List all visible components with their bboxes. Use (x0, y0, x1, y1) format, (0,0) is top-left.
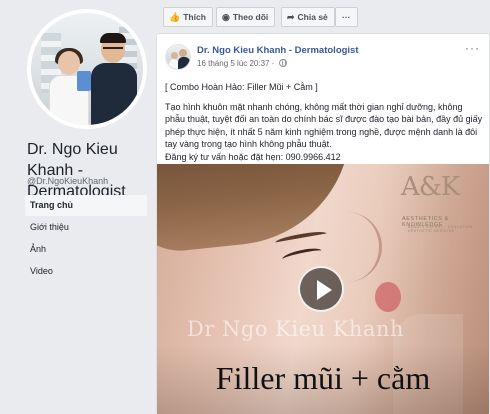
page-sidebar: Dr. Ngo Kieu Khanh - Dermatologist @Dr.N… (0, 0, 157, 414)
video-caption: Filler mũi + cằm (215, 360, 431, 396)
page-title[interactable]: Dr. Ngo Kieu Khanh - Dermatologist (27, 139, 157, 202)
nav-item-videos[interactable]: Video (25, 261, 147, 282)
page-nav: Trang chủ Giới thiệu Ảnh Video (25, 195, 147, 283)
post-card: Dr. Ngo Kieu Khanh - Dermatologist 16 th… (156, 33, 490, 414)
like-label: Thích (183, 12, 206, 22)
post-options-button[interactable]: ··· (465, 42, 480, 54)
globe-icon (278, 59, 287, 67)
post-body: [ Combo Hoàn Hảo: Filler Mũi + Cằm ] Tạo… (165, 81, 483, 163)
video-player[interactable]: A&K AESTHETICS & KNOWLEDGE BEAUTY EXPERT… (157, 164, 489, 414)
profile-picture[interactable] (27, 9, 147, 129)
more-options-button[interactable]: ··· (335, 7, 358, 27)
follow-button[interactable]: ◉ Theo dõi (216, 7, 276, 27)
page-handle[interactable]: @Dr.NgoKieuKhanh (27, 176, 108, 186)
profile-photo (31, 13, 143, 125)
like-button[interactable]: 👍 Thích (163, 7, 213, 27)
play-icon[interactable] (298, 266, 344, 312)
video-watermark: Dr Ngo Kieu Khanh (187, 317, 405, 341)
more-dots-icon: ··· (342, 12, 351, 22)
post-headline: [ Combo Hoàn Hảo: Filler Mũi + Cằm ] (165, 82, 318, 92)
post-contact: Đăng ký tư vấn hoặc đặt hẹn: 090.9966.41… (165, 151, 341, 162)
nav-item-photos[interactable]: Ảnh (25, 239, 147, 260)
video-hair (157, 164, 363, 256)
post-author-link[interactable]: Dr. Ngo Kieu Khanh - Dermatologist (197, 45, 359, 56)
video-nose (342, 212, 382, 282)
nav-item-about[interactable]: Giới thiệu (25, 217, 147, 238)
share-arrow-icon: ➦ (287, 12, 295, 22)
page-action-bar: 👍 Thích ◉ Theo dõi ➦ Chia sẻ ··· (163, 7, 490, 27)
share-label: Chia sẻ (297, 12, 328, 22)
post-timestamp[interactable]: 16 tháng 5 lúc 20:37 (197, 59, 270, 68)
product-box (77, 71, 91, 91)
person-figure (91, 33, 137, 125)
follow-label: Theo dõi (232, 12, 269, 22)
brand-subtagline: BEAUTY EXPERT · EDUCATION · AESTHETIC ME… (408, 225, 476, 233)
post-avatar[interactable] (165, 44, 191, 70)
share-button[interactable]: ➦ Chia sẻ (281, 7, 335, 27)
nav-item-home[interactable]: Trang chủ (25, 195, 147, 216)
brand-logo: A&K (401, 172, 460, 202)
post-paragraph: Tạo hình khuôn mặt nhanh chóng, không mấ… (165, 101, 483, 150)
video-eye (281, 245, 323, 265)
post-meta: 16 tháng 5 lúc 20:37 · (197, 59, 287, 68)
rss-icon: ◉ (222, 12, 230, 22)
video-lips (375, 282, 401, 312)
thumbs-up-icon: 👍 (169, 12, 181, 22)
